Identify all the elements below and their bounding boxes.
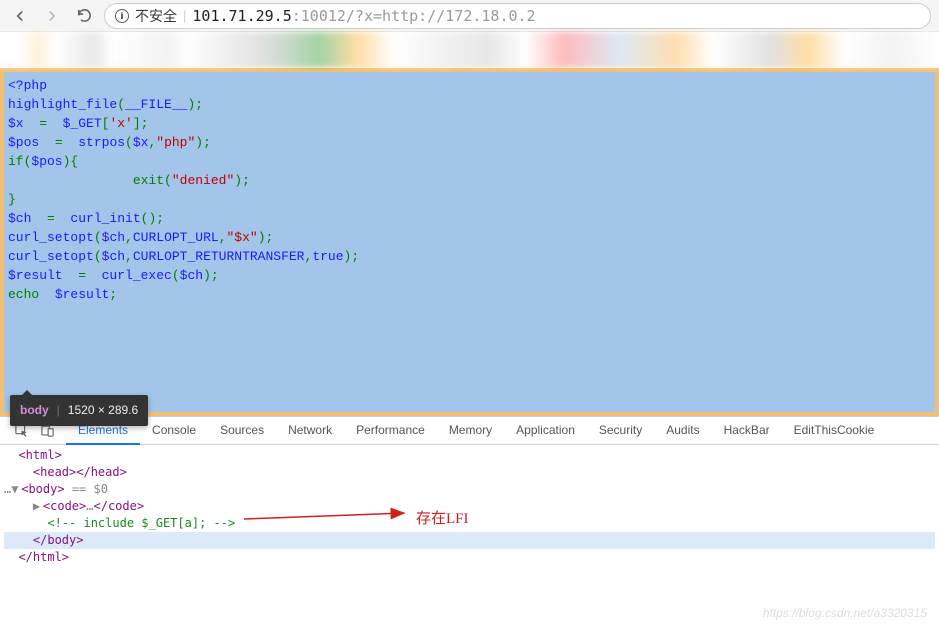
- tab-audits[interactable]: Audits: [654, 417, 711, 445]
- devtools-panel: Elements Console Sources Network Perform…: [0, 416, 939, 574]
- tab-performance[interactable]: Performance: [344, 417, 437, 445]
- url-text: 101.71.29.5:10012/?x=http://172.18.0.2: [192, 7, 535, 25]
- address-bar[interactable]: i 不安全 | 101.71.29.5:10012/?x=http://172.…: [104, 3, 931, 29]
- tab-application[interactable]: Application: [504, 417, 587, 445]
- php-source-panel: <?php highlight_file(__FILE__); $x = $_G…: [4, 72, 935, 412]
- dom-body-open[interactable]: …▼<body> == $0: [4, 481, 935, 498]
- watermark: https://blog.csdn.net/a3320315: [763, 606, 927, 620]
- tooltip-dimensions: 1520 × 289.6: [68, 401, 138, 420]
- back-button[interactable]: [8, 4, 32, 28]
- page-content-frame: <?php highlight_file(__FILE__); $x = $_G…: [0, 68, 939, 416]
- insecure-label: 不安全: [135, 6, 177, 26]
- info-icon: i: [115, 9, 129, 23]
- elements-tree[interactable]: <html> <head></head> …▼<body> == $0 ▶<co…: [0, 445, 939, 574]
- reload-button[interactable]: [72, 4, 96, 28]
- url-separator: |: [183, 8, 186, 23]
- tab-hackbar[interactable]: HackBar: [712, 417, 782, 445]
- dom-head[interactable]: <head></head>: [4, 464, 935, 481]
- tab-security[interactable]: Security: [587, 417, 654, 445]
- annotation-arrow: [244, 505, 414, 525]
- blurred-region: [0, 32, 939, 68]
- tooltip-tagname: body: [20, 401, 49, 420]
- dom-html-close[interactable]: </html>: [4, 549, 935, 566]
- element-size-tooltip: body | 1520 × 289.6: [10, 395, 148, 426]
- tab-editthiscookie[interactable]: EditThisCookie: [782, 417, 887, 445]
- annotation-lfi-label: 存在LFI: [416, 511, 469, 528]
- tab-memory[interactable]: Memory: [437, 417, 504, 445]
- devtools-tabs: Elements Console Sources Network Perform…: [66, 417, 886, 445]
- forward-button[interactable]: [40, 4, 64, 28]
- dom-html-open[interactable]: <html>: [4, 447, 935, 464]
- dom-comment-include[interactable]: <!-- include $_GET[a]; -->: [4, 515, 935, 532]
- tab-sources[interactable]: Sources: [208, 417, 276, 445]
- tab-network[interactable]: Network: [276, 417, 344, 445]
- dom-code[interactable]: ▶<code>…</code>: [4, 498, 935, 515]
- dom-body-close[interactable]: </body>: [4, 532, 935, 549]
- tab-console[interactable]: Console: [140, 417, 208, 445]
- browser-toolbar: i 不安全 | 101.71.29.5:10012/?x=http://172.…: [0, 0, 939, 32]
